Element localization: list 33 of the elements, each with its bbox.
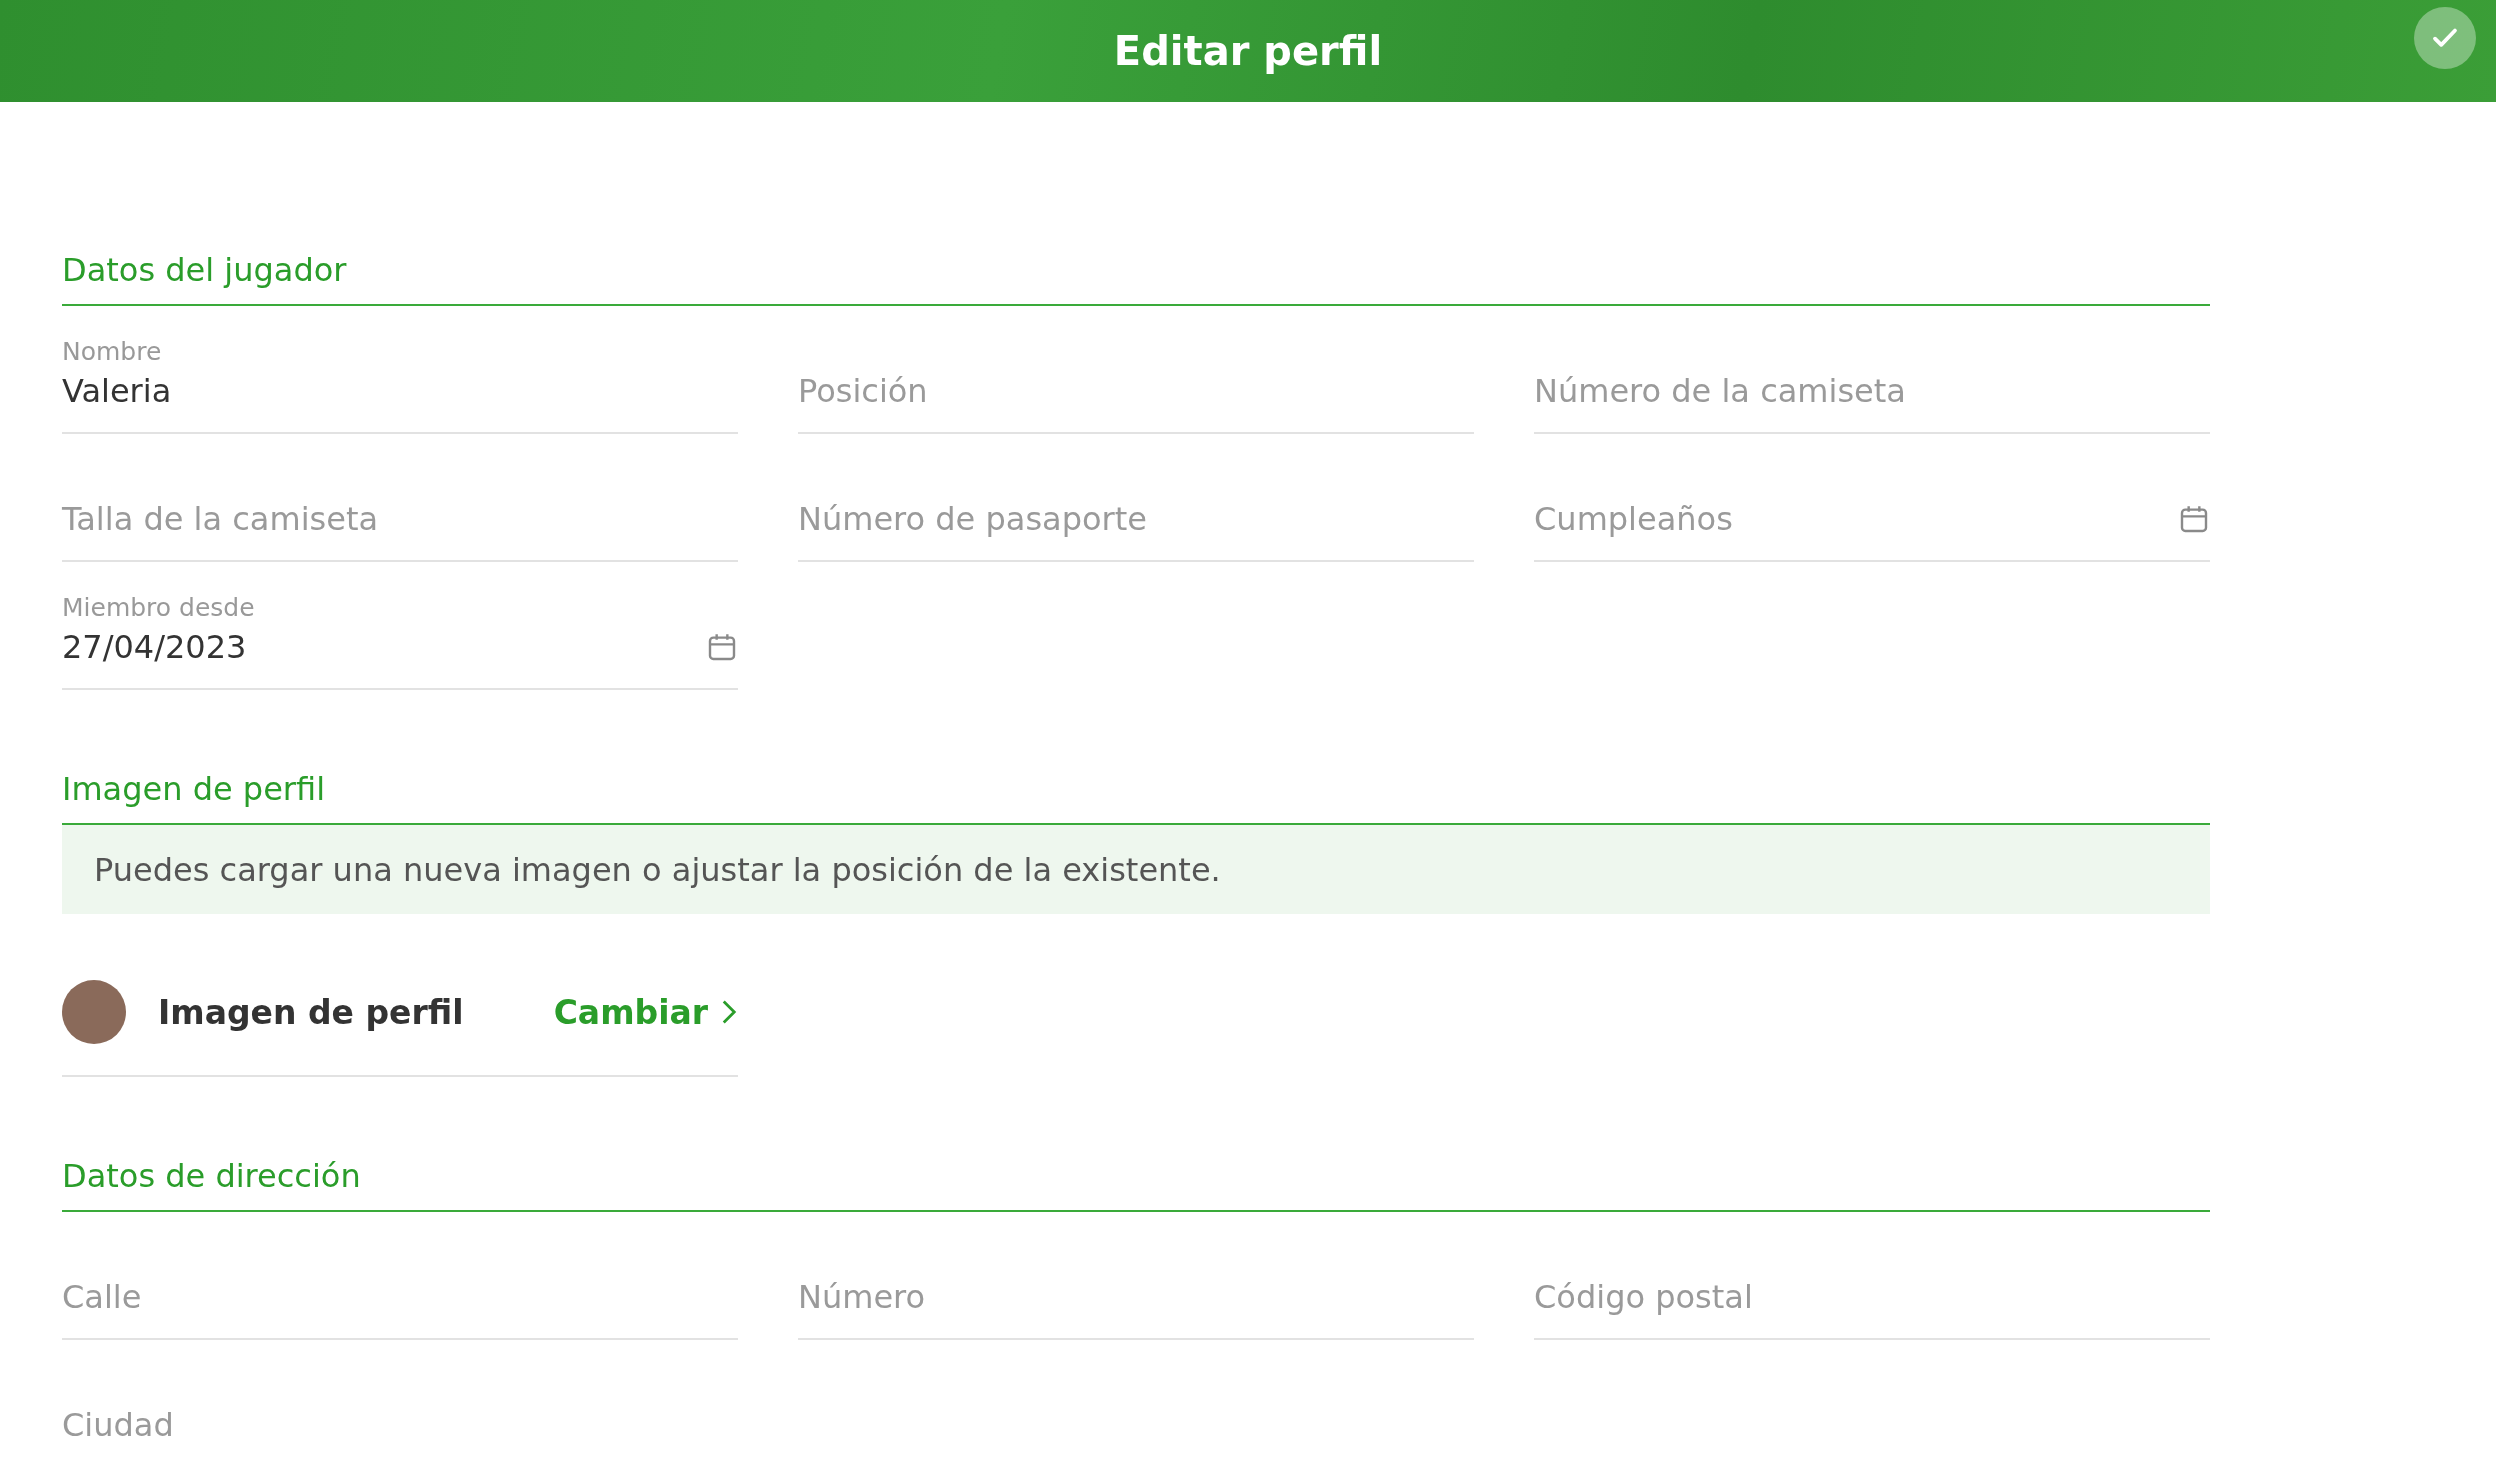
section-heading: Datos de dirección [62, 1156, 2210, 1212]
calendar-icon[interactable] [2178, 503, 2210, 535]
field-placeholder: Número de la camiseta [1534, 372, 1906, 410]
input-field[interactable]: Nombre Valeria [62, 306, 738, 434]
change-link[interactable]: Cambiar [553, 992, 738, 1032]
input-field[interactable]: Posición [798, 306, 1474, 434]
field-placeholder: Número de pasaporte [798, 500, 1147, 538]
date-field[interactable]: Cumpleaños [1534, 434, 2210, 562]
field-placeholder: Calle [62, 1278, 142, 1316]
chevron-right-icon [720, 998, 738, 1026]
field-placeholder: Número [798, 1278, 926, 1316]
field-value: Valeria [62, 372, 172, 410]
input-field[interactable]: Número de pasaporte [798, 434, 1474, 562]
profile-image-label: Imagen de perfil [158, 992, 465, 1032]
field-placeholder: Talla de la camiseta [62, 500, 379, 538]
input-field[interactable]: Ciudad [62, 1340, 738, 1462]
input-field[interactable]: Número de la camiseta [1534, 306, 2210, 434]
calendar-icon[interactable] [706, 631, 738, 663]
date-field[interactable]: Miembro desde 27/04/2023 [62, 562, 738, 690]
info-banner: Puedes cargar una nueva imagen o ajustar la posición de la existente. [62, 825, 2210, 914]
input-field[interactable]: Número [798, 1212, 1474, 1340]
field-placeholder: Cumpleaños [1534, 500, 1733, 538]
input-field[interactable]: Código postal [1534, 1212, 2210, 1340]
field-placeholder: Código postal [1534, 1278, 1753, 1316]
section-heading: Datos del jugador [62, 250, 2210, 306]
field-placeholder: Ciudad [62, 1406, 174, 1444]
input-field[interactable]: Calle [62, 1212, 738, 1340]
field-value: 27/04/2023 [62, 628, 247, 666]
page-title: Editar perfil [1113, 28, 1383, 74]
input-field[interactable]: Talla de la camiseta [62, 434, 738, 562]
field-label: Nombre [62, 337, 163, 366]
field-label: Miembro desde [62, 593, 256, 622]
field-placeholder: Posición [798, 372, 928, 410]
